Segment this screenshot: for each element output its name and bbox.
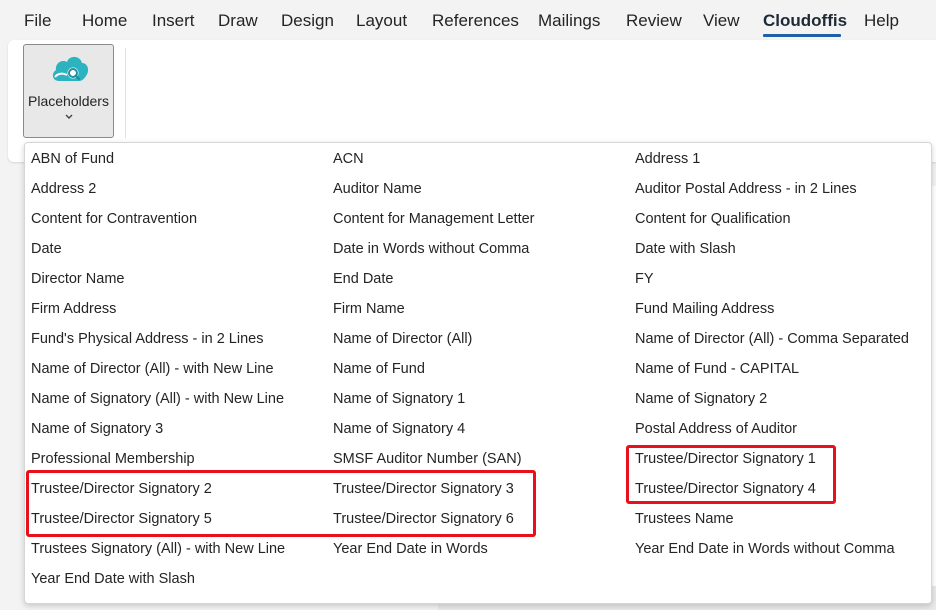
menu-tab-draw[interactable]: Draw — [218, 11, 258, 31]
placeholder-option[interactable]: Content for Qualification — [635, 210, 791, 228]
placeholder-option[interactable]: FY — [635, 270, 654, 288]
placeholder-option[interactable]: Date with Slash — [635, 240, 736, 258]
chevron-down-icon — [65, 114, 73, 119]
placeholder-option[interactable]: Name of Director (All) — [333, 330, 472, 348]
placeholder-option[interactable]: ACN — [333, 150, 364, 168]
placeholder-option[interactable]: Date — [31, 240, 62, 258]
placeholder-option[interactable]: Trustees Signatory (All) - with New Line — [31, 540, 285, 558]
ribbon-divider — [125, 48, 126, 138]
menu-tab-mailings[interactable]: Mailings — [538, 11, 600, 31]
placeholder-option[interactable]: Name of Director (All) - with New Line — [31, 360, 274, 378]
menu-tab-view[interactable]: View — [703, 11, 740, 31]
cloudoffis-logo-icon — [52, 56, 89, 81]
menu-tab-home[interactable]: Home — [82, 11, 127, 31]
placeholder-option[interactable]: Trustees Name — [635, 510, 734, 528]
placeholder-option[interactable]: Content for Management Letter — [333, 210, 535, 228]
menu-tab-design[interactable]: Design — [281, 11, 334, 31]
placeholder-option[interactable]: Trustee/Director Signatory 1 — [635, 450, 816, 468]
placeholder-option[interactable]: Year End Date in Words — [333, 540, 488, 558]
placeholder-option[interactable]: Firm Name — [333, 300, 405, 318]
placeholder-option[interactable]: Address 1 — [635, 150, 700, 168]
placeholder-option[interactable]: Name of Signatory 4 — [333, 420, 465, 438]
placeholders-dropdown: ABN of Fund Address 2 Content for Contrave… — [24, 142, 932, 604]
placeholder-option[interactable]: Name of Signatory 1 — [333, 390, 465, 408]
placeholders-button[interactable]: Placeholders — [23, 44, 114, 138]
menu-tab-help[interactable]: Help — [864, 11, 899, 31]
placeholder-option[interactable]: Firm Address — [31, 300, 116, 318]
placeholder-option[interactable]: Name of Fund - CAPITAL — [635, 360, 799, 378]
placeholder-option[interactable]: Trustee/Director Signatory 3 — [333, 480, 514, 498]
placeholder-option[interactable]: Fund's Physical Address - in 2 Lines — [31, 330, 263, 348]
menu-tab-references[interactable]: References — [432, 11, 519, 31]
active-tab-underline — [763, 34, 841, 37]
menu-tab-review[interactable]: Review — [626, 11, 682, 31]
placeholder-option[interactable]: Trustee/Director Signatory 5 — [31, 510, 212, 528]
placeholder-option[interactable]: Year End Date with Slash — [31, 570, 195, 588]
placeholder-option[interactable]: Trustee/Director Signatory 4 — [635, 480, 816, 498]
menu-bar: File Home Insert Draw Design Layout References… — [0, 0, 936, 40]
placeholder-option[interactable]: Director Name — [31, 270, 124, 288]
menu-tab-insert[interactable]: Insert — [152, 11, 195, 31]
placeholder-option[interactable]: SMSF Auditor Number (SAN) — [333, 450, 522, 468]
placeholder-option[interactable]: Auditor Name — [333, 180, 422, 198]
placeholders-label: Placeholders — [28, 93, 109, 109]
placeholder-option[interactable]: Professional Membership — [31, 450, 195, 468]
placeholder-option[interactable]: Address 2 — [31, 180, 96, 198]
placeholder-option[interactable]: Postal Address of Auditor — [635, 420, 797, 438]
placeholder-option[interactable]: Auditor Postal Address - in 2 Lines — [635, 180, 857, 198]
menu-tab-file[interactable]: File — [24, 11, 51, 31]
placeholder-option[interactable]: Trustee/Director Signatory 6 — [333, 510, 514, 528]
placeholder-option[interactable]: Name of Fund — [333, 360, 425, 378]
placeholder-option[interactable]: Name of Director (All) - Comma Separated — [635, 330, 909, 348]
menu-tab-cloudoffis[interactable]: Cloudoffis — [763, 11, 847, 31]
placeholder-option[interactable]: Name of Signatory 3 — [31, 420, 163, 438]
placeholder-option[interactable]: Name of Signatory (All) - with New Line — [31, 390, 284, 408]
placeholder-option[interactable]: Fund Mailing Address — [635, 300, 774, 318]
placeholder-option[interactable]: Name of Signatory 2 — [635, 390, 767, 408]
placeholder-option[interactable]: Year End Date in Words without Comma — [635, 540, 895, 558]
menu-tab-layout[interactable]: Layout — [356, 11, 407, 31]
placeholder-option[interactable]: Content for Contravention — [31, 210, 197, 228]
placeholder-option[interactable]: ABN of Fund — [31, 150, 114, 168]
placeholder-option[interactable]: Trustee/Director Signatory 2 — [31, 480, 212, 498]
placeholder-option[interactable]: Date in Words without Comma — [333, 240, 529, 258]
placeholder-option[interactable]: End Date — [333, 270, 393, 288]
